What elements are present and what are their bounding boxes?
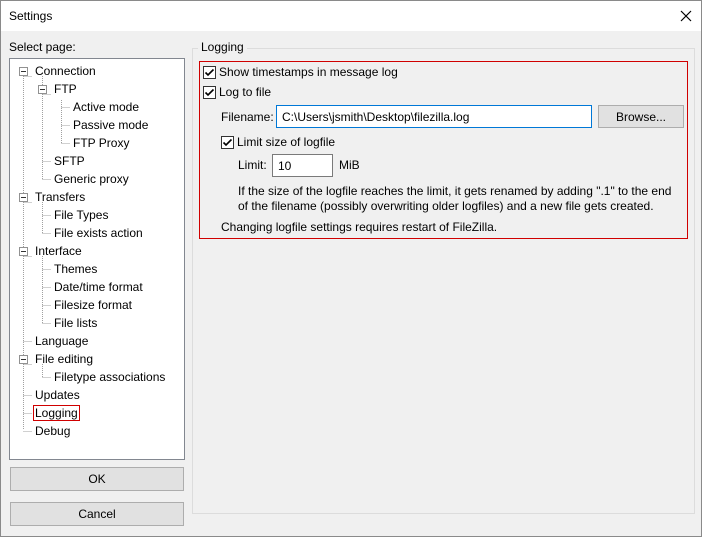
tree-item-label: Connection <box>35 64 96 78</box>
tree-item-generic-proxy[interactable]: Generic proxy <box>54 170 129 188</box>
file-editing-collapse-icon[interactable] <box>19 355 28 364</box>
transfers-collapse-icon[interactable] <box>19 193 28 202</box>
tree-item-label: File exists action <box>54 226 143 240</box>
settings-page-tree[interactable]: Connection FTP Active mode Passive mode … <box>9 58 185 460</box>
tree-item-file-lists[interactable]: File lists <box>54 314 97 332</box>
checkmark-icon <box>204 68 215 77</box>
close-button[interactable] <box>671 1 701 31</box>
close-icon <box>680 10 692 22</box>
settings-dialog: Settings Select page: Connection FTP Act… <box>0 0 702 537</box>
tree-item-file-types[interactable]: File Types <box>54 206 108 224</box>
filename-label: Filename: <box>221 110 274 124</box>
tree-item-language[interactable]: Language <box>35 332 88 350</box>
tree-item-label: Updates <box>35 388 80 402</box>
select-page-label: Select page: <box>9 40 76 54</box>
tree-item-label: FTP <box>54 82 77 96</box>
tree-item-debug[interactable]: Debug <box>35 422 70 440</box>
tree-item-date-time-format[interactable]: Date/time format <box>54 278 143 296</box>
limit-value: 10 <box>278 158 292 173</box>
tree-item-label: Passive mode <box>73 118 149 132</box>
limit-info-line-2: of the filename (possibly overwriting ol… <box>238 199 654 213</box>
tree-item-filesize-format[interactable]: Filesize format <box>54 296 132 314</box>
tree-item-label: SFTP <box>54 154 85 168</box>
tree-item-label: File editing <box>35 352 94 366</box>
tree-item-label: Date/time format <box>54 280 143 294</box>
show-timestamps-label: Show timestamps in message log <box>219 65 398 79</box>
limit-input[interactable]: 10 <box>272 154 333 177</box>
tree-item-label: FTP Proxy <box>73 136 130 150</box>
tree-item-label: Active mode <box>73 100 140 114</box>
logging-group-label: Logging <box>198 40 247 54</box>
ok-button[interactable]: OK <box>10 467 184 491</box>
ftp-collapse-icon[interactable] <box>38 85 47 94</box>
tree-item-updates[interactable]: Updates <box>35 386 80 404</box>
tree-item-file-exists-action[interactable]: File exists action <box>54 224 143 242</box>
filename-input[interactable]: C:\Users\jsmith\Desktop\filezilla.log <box>276 105 592 128</box>
log-to-file-label: Log to file <box>219 85 272 99</box>
tree-item-ftp[interactable]: FTP <box>54 80 77 98</box>
tree-item-sftp[interactable]: SFTP <box>54 152 85 170</box>
checkmark-icon <box>204 88 215 97</box>
tree-item-interface[interactable]: Interface <box>35 242 82 260</box>
tree-item-connection[interactable]: Connection <box>35 62 96 80</box>
tree-item-label: File Types <box>54 208 109 222</box>
limit-label: Limit: <box>238 158 267 172</box>
tree-item-transfers[interactable]: Transfers <box>35 188 85 206</box>
tree-item-file-editing[interactable]: File editing <box>35 350 93 368</box>
limit-unit-label: MiB <box>339 158 360 172</box>
connection-collapse-icon[interactable] <box>19 67 28 76</box>
tree-item-label: File lists <box>54 316 98 330</box>
tree-item-label: Debug <box>35 424 71 438</box>
tree-item-active-mode[interactable]: Active mode <box>73 98 139 116</box>
ok-button-label: OK <box>88 472 106 486</box>
show-timestamps-checkbox[interactable] <box>203 66 216 79</box>
browse-button-label: Browse... <box>615 109 666 124</box>
cancel-button[interactable]: Cancel <box>10 502 184 526</box>
tree-item-label: Transfers <box>35 190 86 204</box>
tree-item-themes[interactable]: Themes <box>54 260 97 278</box>
tree-item-label: Filesize format <box>54 298 133 312</box>
filename-value: C:\Users\jsmith\Desktop\filezilla.log <box>282 109 470 124</box>
interface-collapse-icon[interactable] <box>19 247 28 256</box>
tree-item-label: Language <box>35 334 89 348</box>
limit-size-checkbox[interactable] <box>221 136 234 149</box>
tree-item-label: Generic proxy <box>54 172 129 186</box>
tree-item-logging[interactable]: Logging <box>33 404 80 422</box>
browse-button[interactable]: Browse... <box>598 105 684 128</box>
tree-item-label: Interface <box>35 244 82 258</box>
window-title: Settings <box>9 9 53 23</box>
tree-item-ftp-proxy[interactable]: FTP Proxy <box>73 134 129 152</box>
tree-item-filetype-associations[interactable]: Filetype associations <box>54 368 165 386</box>
checkmark-icon <box>222 138 233 147</box>
log-to-file-checkbox[interactable] <box>203 86 216 99</box>
limit-size-label: Limit size of logfile <box>237 135 336 149</box>
tree-item-passive-mode[interactable]: Passive mode <box>73 116 148 134</box>
restart-note: Changing logfile settings requires resta… <box>221 220 498 234</box>
title-bar: Settings <box>1 1 701 31</box>
tree-item-label: Filetype associations <box>54 370 166 384</box>
tree-item-label: Themes <box>54 262 98 276</box>
cancel-button-label: Cancel <box>78 507 116 521</box>
tree-item-label: Logging <box>33 405 80 421</box>
